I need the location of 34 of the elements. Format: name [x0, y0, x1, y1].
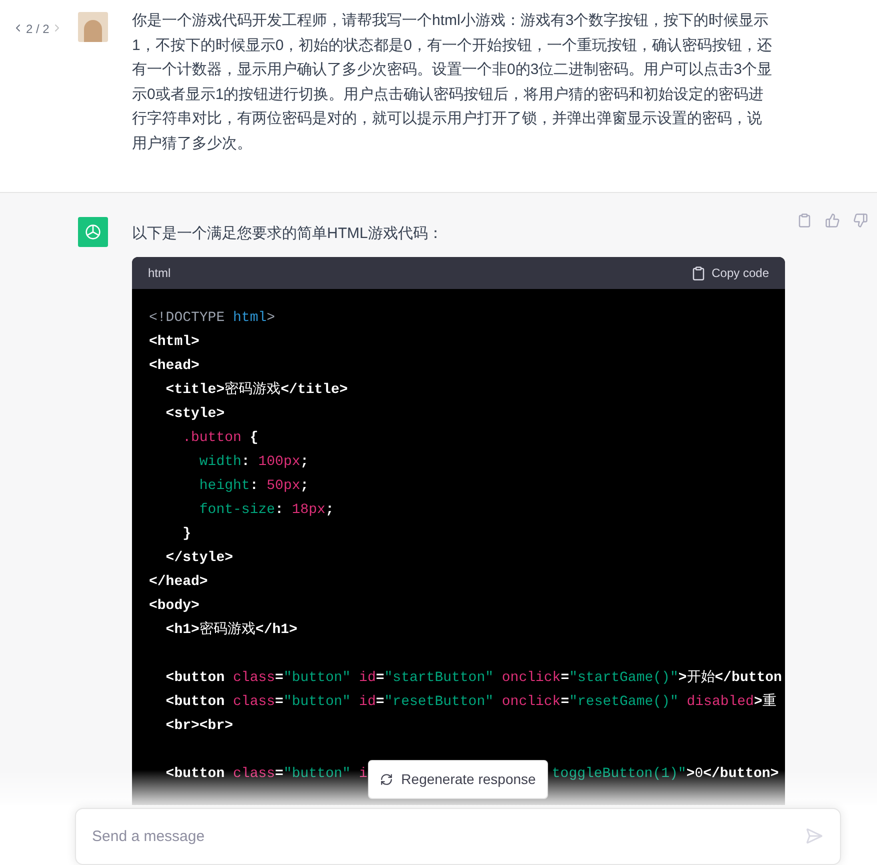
code-line: <button class="button" id="startButton" onclick="startGame()">开始</button	[164, 669, 782, 688]
code-language: html	[148, 265, 171, 282]
code-line: <title>密码游戏</title>	[164, 380, 348, 400]
code-line: <button class="button" id="resetButton" onclick="resetGame()" disabled>重	[164, 692, 776, 712]
code-line: font-size: 18px;	[198, 501, 334, 520]
send-icon[interactable]	[805, 827, 823, 845]
code-line: <html>	[149, 333, 200, 352]
code-line: </style>	[164, 549, 234, 568]
clipboard-icon	[690, 266, 706, 280]
regenerate-button[interactable]: Regenerate response	[368, 760, 548, 799]
code-line: <!DOCTYPE html>	[149, 309, 276, 328]
copy-code-button[interactable]: Copy code	[690, 264, 769, 282]
code-line: toggleButton(1)">0</button>	[552, 765, 779, 784]
copy-icon[interactable]	[797, 213, 812, 228]
code-line: .button {	[182, 429, 258, 448]
code-line: </head>	[149, 573, 208, 592]
user-message: 你是一个游戏代码开发工程师，请帮我写一个html小游戏：游戏有3个数字按钮，按下的时候显示1，不按下的时候显示0，初始的状态都是0，有一个开始按钮，一个重玩按钮，确认密码按钮，还有一个计数器，显示用户确认了多少次密码。设置一个非0的3位二进制密码。用户可以点击3个显示0或者显示1的按钮进行切换。用户点击确认密码按钮后，将用户猜的密码和初始设定的密码进行字符串对比，有两位密码是对的，就可以提示用户打开了锁，并弹出弹窗显示设置的密码，说用户猜了多少次。	[132, 11, 774, 154]
thumbs-up-icon[interactable]	[825, 213, 840, 228]
user-avatar	[78, 12, 108, 42]
page-counter: 2 / 2	[26, 21, 50, 38]
assistant-logo-icon	[78, 217, 108, 247]
code-line: <body>	[149, 597, 200, 616]
code-line: <br><br>	[164, 717, 234, 736]
code-line: height: 50px;	[198, 477, 309, 496]
code-line: <button class="button" i	[164, 765, 368, 784]
message-input[interactable]: Send a message	[75, 808, 841, 865]
code-line: <h1>密码游戏</h1>	[164, 620, 298, 640]
thumbs-down-icon[interactable]	[853, 213, 868, 228]
code-line: }	[182, 525, 192, 544]
code-line: width: 100px;	[198, 453, 309, 472]
refresh-icon	[380, 773, 394, 786]
code-line: <style>	[164, 405, 225, 424]
code-line: <head>	[149, 357, 200, 376]
assistant-intro: 以下是一个满足您要求的简单HTML游戏代码：	[132, 224, 444, 244]
